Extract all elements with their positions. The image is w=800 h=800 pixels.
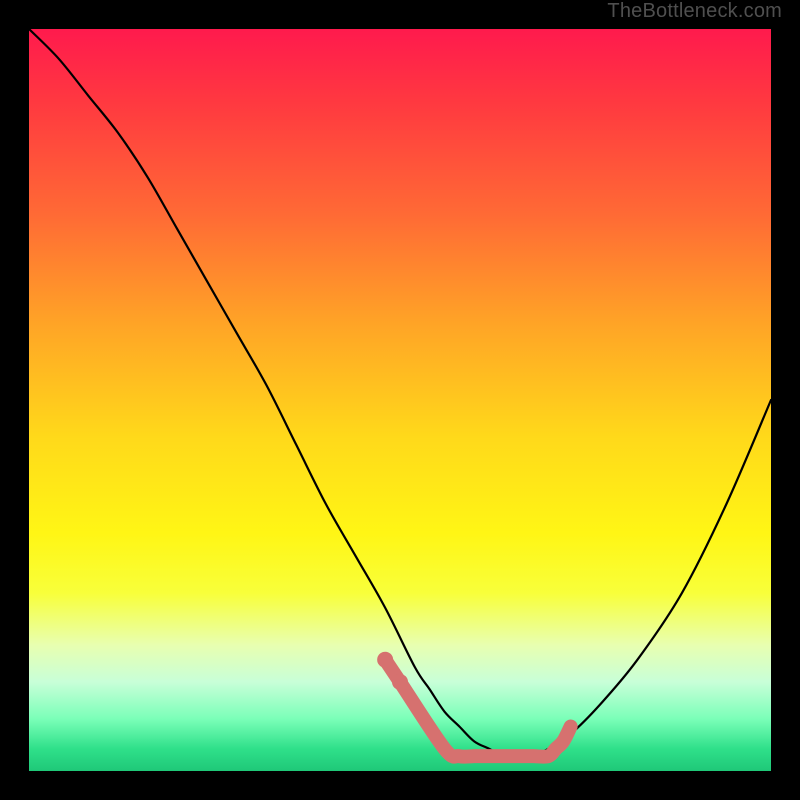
highlight-dot [392,674,408,690]
highlight-dot [377,652,393,668]
highlight-band-stroke [385,660,570,757]
curve-layer [29,29,771,771]
chart-frame [15,15,785,785]
bottleneck-curve [29,29,771,757]
plot-area [29,29,771,771]
bottleneck-curve-path [29,29,771,757]
watermark-credit: TheBottleneck.com [607,0,782,23]
